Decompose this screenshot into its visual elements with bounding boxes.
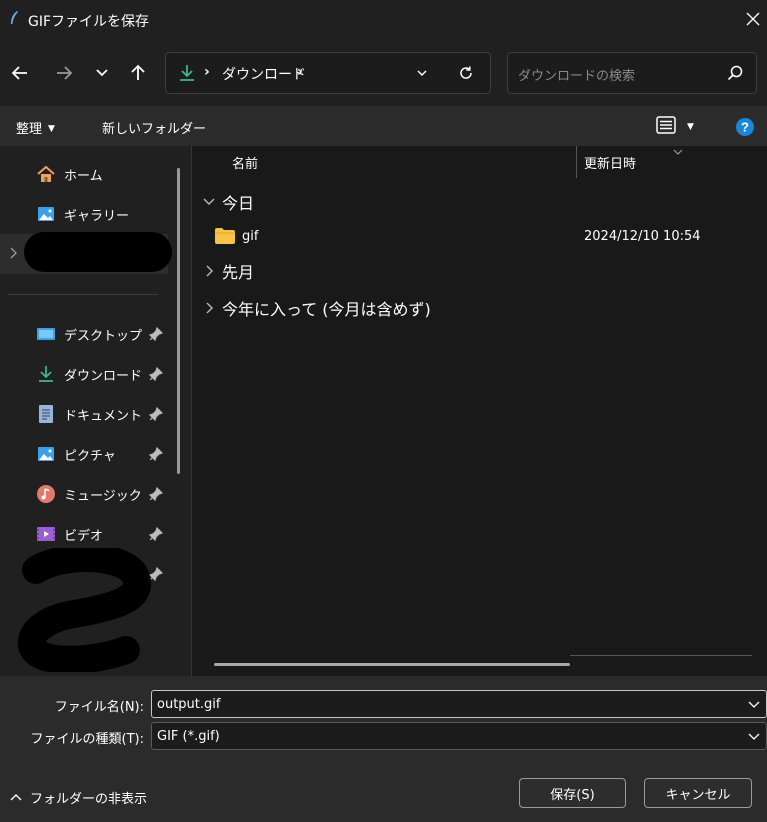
search-input[interactable]: ダウンロードの検索: [518, 65, 635, 84]
chevron-down-icon[interactable]: [748, 698, 760, 713]
sidebar-item-label: ミュージック: [64, 488, 142, 504]
group-header-today[interactable]: 今日: [202, 190, 254, 214]
folder-icon: [214, 227, 236, 245]
breadcrumb-separator[interactable]: ›: [204, 64, 210, 80]
group-label: 今日: [222, 194, 255, 213]
group-label: 先月: [222, 263, 255, 282]
sidebar-item-label: ダウンロード: [64, 368, 143, 384]
column-separator[interactable]: [576, 146, 577, 178]
sidebar-item-label: ギャラリー: [64, 208, 130, 224]
pin-icon[interactable]: [148, 366, 164, 382]
gallery-icon: [36, 204, 56, 224]
caret-down-icon: ▼: [687, 122, 694, 132]
filename-label: ファイル名(N):: [54, 700, 144, 715]
hide-folders-toggle[interactable]: フォルダーの非表示: [10, 788, 147, 807]
file-list: [192, 146, 767, 676]
column-header-name[interactable]: 名前: [232, 153, 258, 172]
sidebar-scrollbar[interactable]: [177, 168, 180, 474]
pin-icon[interactable]: [148, 446, 164, 462]
music-icon: [36, 484, 56, 504]
filename-field[interactable]: output.gif: [151, 690, 767, 718]
filetype-select[interactable]: GIF (*.gif): [151, 722, 767, 750]
address-dropdown-icon[interactable]: [412, 63, 432, 83]
column-header-date[interactable]: 更新日時: [584, 153, 636, 172]
list-item[interactable]: gif: [214, 225, 258, 247]
chevron-down-icon[interactable]: [91, 62, 113, 84]
sidebar-item-desktop[interactable]: デスクトップ: [36, 322, 142, 346]
sidebar-item-pictures[interactable]: ピクチャ: [36, 442, 116, 466]
svg-text:?: ?: [741, 120, 749, 135]
horizontal-scrollbar[interactable]: [214, 663, 570, 666]
quill-icon: [8, 10, 20, 26]
sidebar-item-downloads[interactable]: ダウンロード: [36, 362, 142, 386]
refresh-icon[interactable]: [456, 63, 476, 83]
view-options-button[interactable]: ▼: [655, 116, 701, 138]
search-icon[interactable]: [726, 64, 744, 86]
help-icon[interactable]: ?: [735, 117, 755, 141]
pin-icon[interactable]: [148, 406, 164, 422]
organize-label: 整理: [16, 122, 43, 137]
sidebar-item-home[interactable]: ホーム: [36, 162, 103, 186]
window-title: GIFファイルを保存: [28, 14, 150, 30]
sidebar-divider: [8, 294, 158, 295]
search-box[interactable]: ダウンロードの検索: [507, 52, 757, 94]
command-bar: 整理 ▼ 新しいフォルダー ▼: [0, 106, 767, 146]
sidebar-item-label: ドキュメント: [64, 408, 143, 424]
sidebar-item-label: ホーム: [64, 168, 103, 184]
sidebar-item-videos[interactable]: ビデオ: [36, 522, 103, 546]
chevron-down-icon: [202, 197, 216, 207]
home-icon: [36, 164, 56, 184]
pin-icon[interactable]: [148, 526, 164, 542]
breadcrumb-separator[interactable]: ›: [297, 64, 303, 80]
filename-input[interactable]: output.gif: [157, 697, 220, 712]
chevron-right-icon: [202, 301, 216, 315]
download-icon: [36, 364, 56, 384]
sidebar-item-music[interactable]: ミュージック: [36, 482, 142, 506]
filetype-label: ファイルの種類(T):: [30, 732, 144, 747]
address-bar[interactable]: › ダウンロード ›: [165, 52, 491, 94]
sidebar-item-label: ピクチャ: [64, 448, 116, 464]
new-folder-button[interactable]: 新しいフォルダー: [102, 118, 206, 137]
caret-down-icon: ▼: [48, 124, 55, 134]
group-label: 今年に入って (今月は含めず): [222, 300, 431, 319]
chevron-up-icon: [10, 793, 22, 803]
sidebar-item-label: ビデオ: [64, 528, 104, 544]
group-header-last-month[interactable]: 先月: [202, 259, 254, 283]
cancel-button[interactable]: キャンセル: [644, 778, 752, 808]
pin-icon[interactable]: [148, 326, 164, 342]
chevron-right-icon: [202, 264, 216, 278]
sidebar-item-gallery[interactable]: ギャラリー: [36, 202, 129, 226]
list-view-icon: [655, 115, 677, 139]
file-date: 2024/12/10 10:54: [584, 229, 701, 244]
video-icon: [36, 524, 56, 544]
file-name: gif: [242, 228, 259, 244]
horizontal-scrollbar-track: [570, 655, 752, 656]
desktop-icon: [36, 324, 56, 344]
hide-folders-label: フォルダーの非表示: [30, 792, 148, 807]
pictures-icon: [36, 444, 56, 464]
chevron-right-icon[interactable]: [8, 246, 18, 264]
sidebar-item-documents[interactable]: ドキュメント: [36, 402, 142, 426]
pin-icon[interactable]: [148, 486, 164, 502]
document-icon: [36, 404, 56, 424]
download-icon: [178, 63, 196, 87]
chevron-down-icon[interactable]: [748, 730, 760, 745]
redacted-area: [24, 232, 172, 272]
arrow-left-icon[interactable]: [9, 62, 31, 84]
close-icon[interactable]: [742, 8, 764, 30]
arrow-right-icon[interactable]: [53, 62, 75, 84]
organize-button[interactable]: 整理 ▼: [16, 118, 55, 137]
sidebar-item-label: デスクトップ: [64, 328, 143, 344]
redacted-scribble: [17, 548, 151, 672]
breadcrumb-downloads[interactable]: ダウンロード: [222, 64, 306, 84]
title-bar: GIFファイルを保存: [0, 0, 767, 40]
group-header-this-year[interactable]: 今年に入って (今月は含めず): [202, 296, 431, 320]
sort-indicator-icon: [672, 145, 684, 160]
save-button[interactable]: 保存(S): [519, 778, 626, 808]
filetype-value: GIF (*.gif): [157, 729, 220, 744]
arrow-up-icon[interactable]: [127, 62, 149, 84]
